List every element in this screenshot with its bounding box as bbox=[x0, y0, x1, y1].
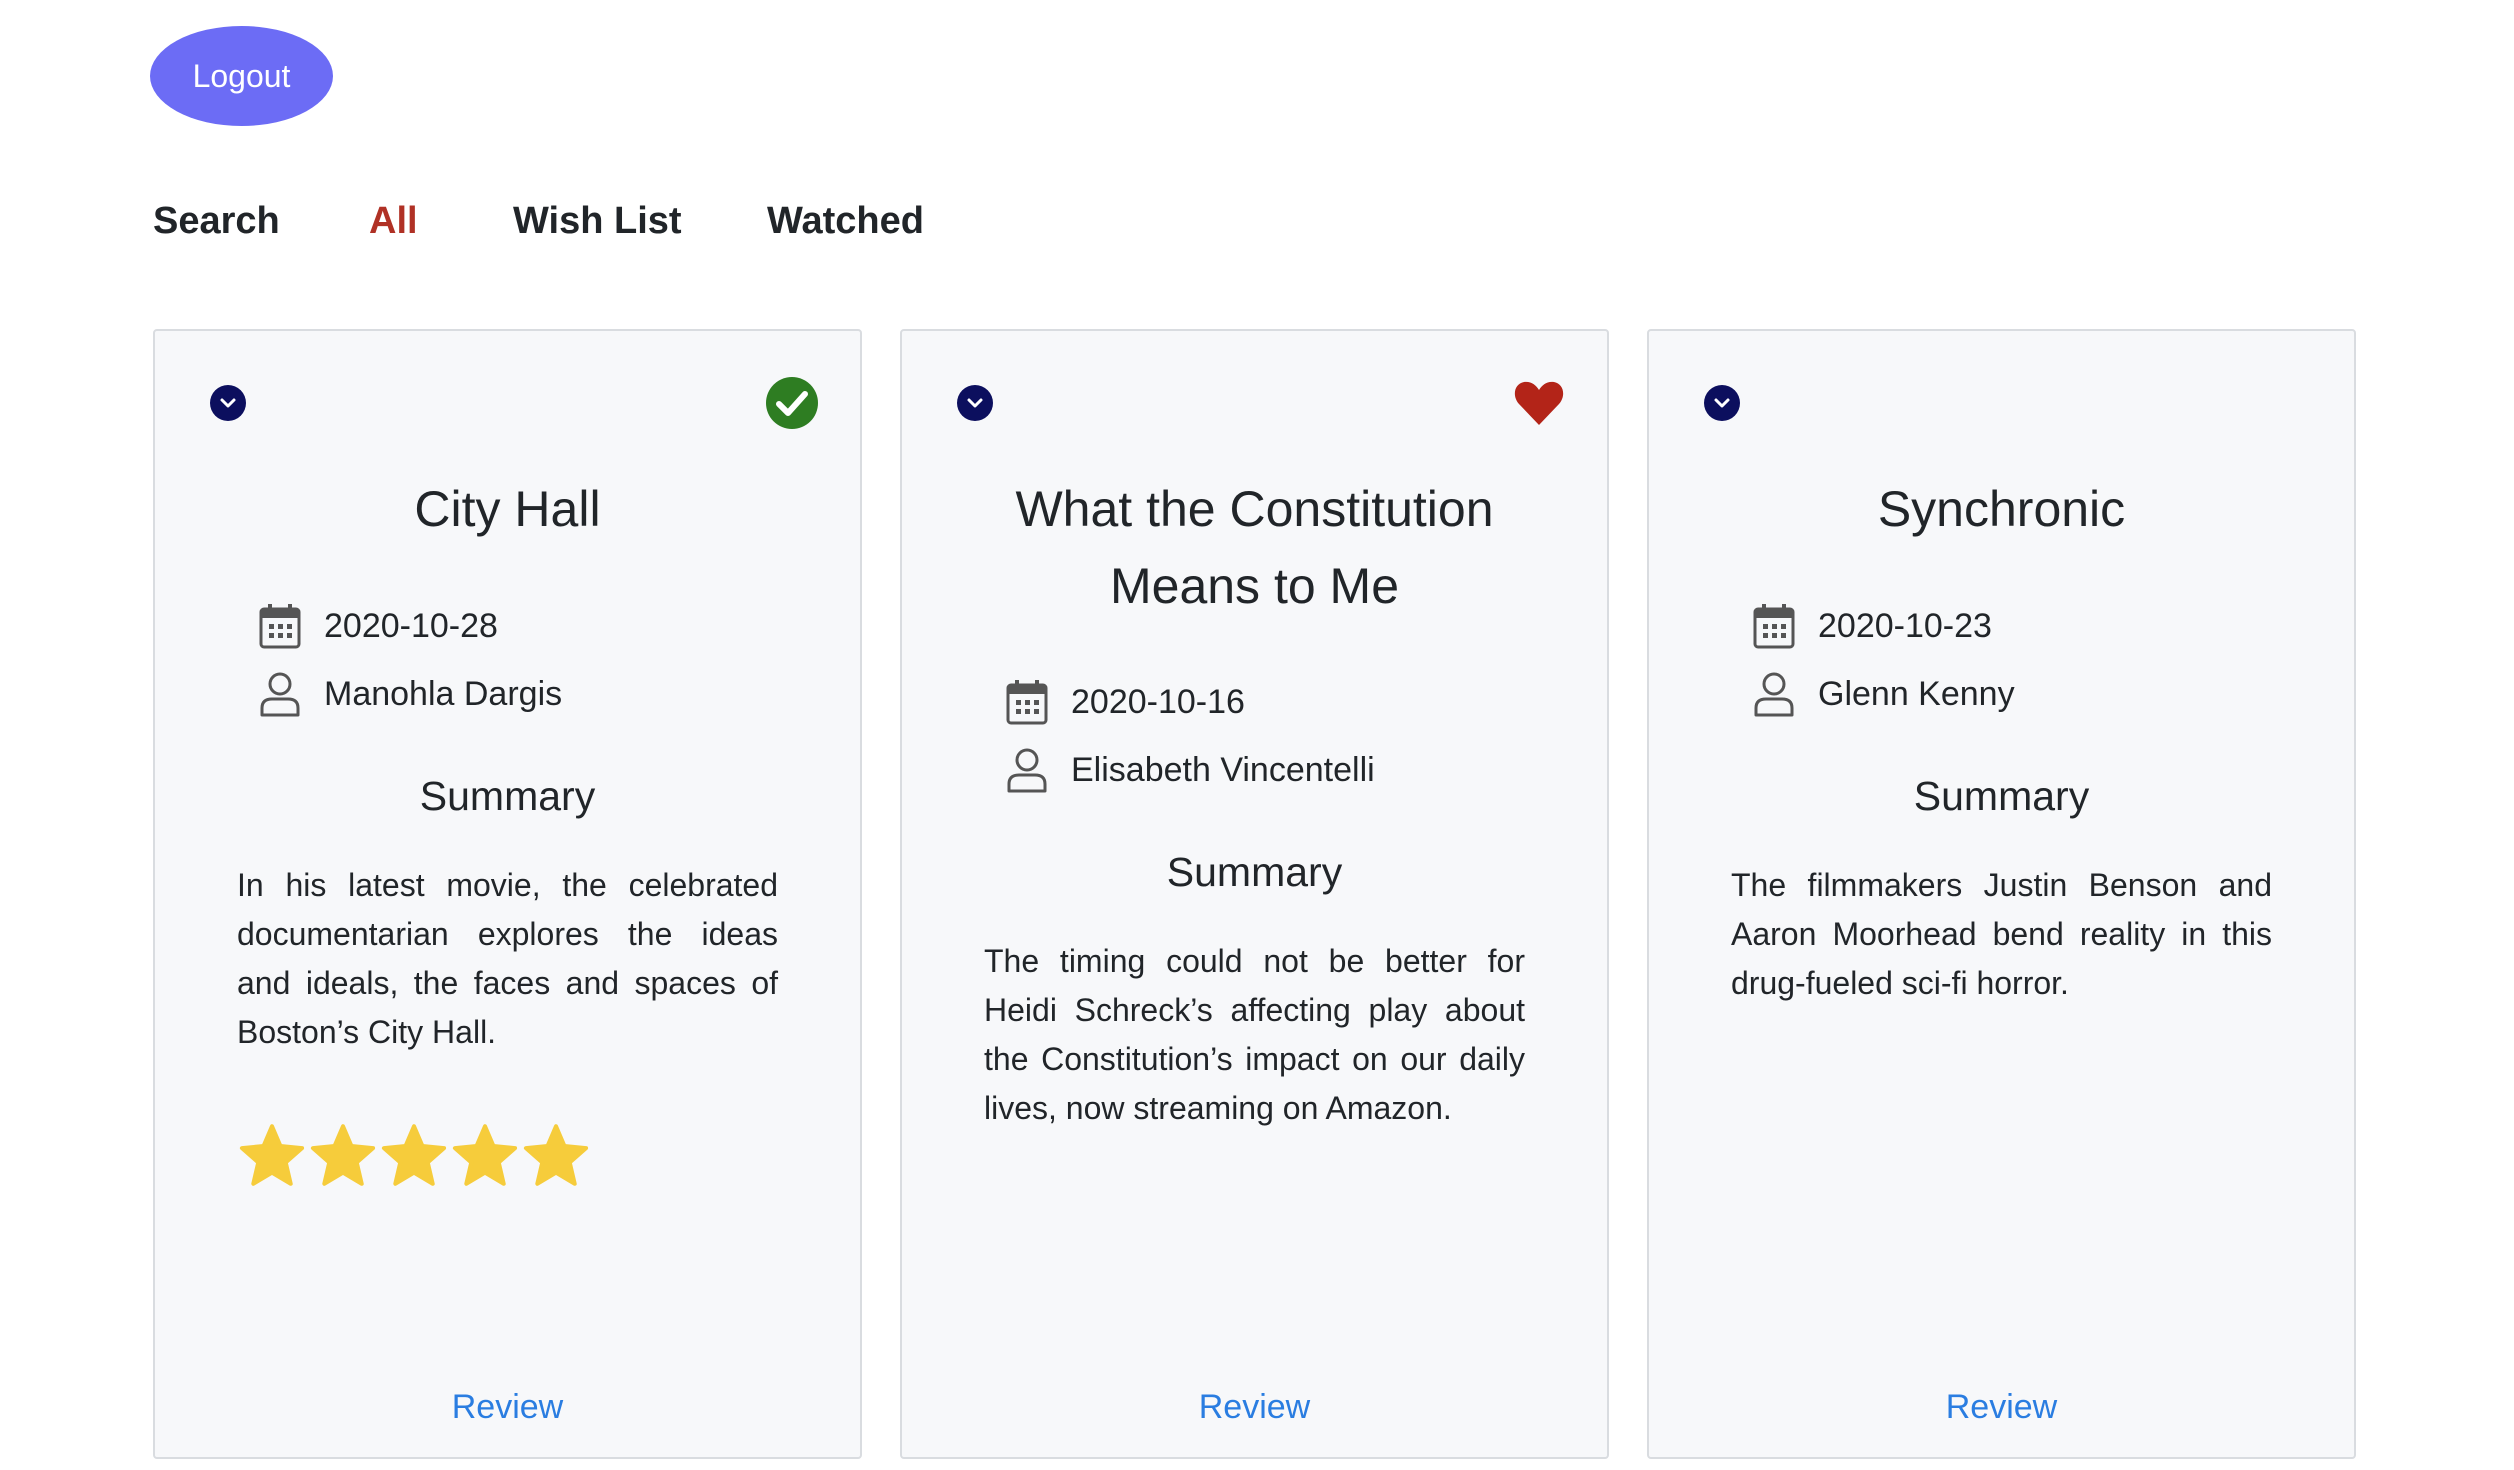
movie-title-line: Synchronic bbox=[1877, 481, 2126, 537]
movie-title: What the Constitution Means to Me bbox=[962, 471, 1547, 625]
summary-text: In his latest movie, the celebrated docu… bbox=[237, 867, 778, 1050]
movie-title-line: City Hall bbox=[414, 481, 601, 537]
expand-button[interactable] bbox=[1704, 385, 1740, 421]
movie-meta: 2020-10-16 Elisabeth Vincentelli bbox=[1005, 672, 1567, 808]
movie-meta: 2020-10-23 Glenn Kenny bbox=[1752, 596, 2314, 732]
movie-meta: 2020-10-28 Manohla Dargis bbox=[258, 596, 820, 732]
release-date: 2020-10-23 bbox=[1818, 606, 1992, 645]
review-link[interactable]: Review bbox=[902, 1388, 1607, 1427]
release-date: 2020-10-16 bbox=[1071, 682, 1245, 721]
star-rating[interactable] bbox=[237, 1121, 592, 1191]
release-date: 2020-10-28 bbox=[324, 606, 498, 645]
movie-title: City Hall bbox=[215, 471, 800, 548]
logout-button[interactable]: Logout bbox=[150, 26, 333, 126]
chevron-down-icon bbox=[1714, 398, 1730, 408]
star-icon[interactable] bbox=[237, 1121, 307, 1191]
tab-all[interactable]: All bbox=[369, 200, 418, 243]
movie-title-line: Means to Me bbox=[1109, 558, 1399, 614]
calendar-icon bbox=[1753, 604, 1795, 649]
tab-wish-list[interactable]: Wish List bbox=[513, 200, 682, 243]
tab-search[interactable]: Search bbox=[153, 200, 280, 243]
movie-card: City Hall 2020-10-28 Manohla Dargis Summ… bbox=[153, 329, 862, 1459]
expand-button[interactable] bbox=[210, 385, 246, 421]
chevron-down-icon bbox=[967, 398, 983, 408]
release-date-row: 2020-10-16 bbox=[1005, 672, 1567, 732]
star-icon[interactable] bbox=[308, 1121, 378, 1191]
calendar-icon bbox=[1006, 680, 1048, 725]
movie-title: Synchronic bbox=[1709, 471, 2294, 548]
star-icon[interactable] bbox=[521, 1121, 591, 1191]
review-link[interactable]: Review bbox=[1649, 1388, 2354, 1427]
calendar-icon bbox=[259, 604, 301, 649]
critic-name: Manohla Dargis bbox=[324, 674, 563, 713]
heart-icon[interactable] bbox=[1511, 375, 1567, 431]
user-icon bbox=[1754, 672, 1794, 717]
tab-watched[interactable]: Watched bbox=[767, 200, 924, 243]
expand-button[interactable] bbox=[957, 385, 993, 421]
critic-row: Elisabeth Vincentelli bbox=[1005, 740, 1567, 800]
review-link[interactable]: Review bbox=[155, 1388, 860, 1427]
page: Logout Search All Wish List Watched City… bbox=[0, 0, 2514, 1470]
summary-text: The filmmakers Justin Benson and Aaron M… bbox=[1731, 867, 2272, 1001]
star-icon[interactable] bbox=[450, 1121, 520, 1191]
summary-heading: Summary bbox=[1913, 773, 2090, 819]
movie-title-line: What the Constitution bbox=[1015, 481, 1494, 537]
summary-text: The timing could not be better for Heidi… bbox=[984, 943, 1525, 1126]
summary-heading: Summary bbox=[419, 773, 596, 819]
chevron-down-icon bbox=[220, 398, 236, 408]
star-icon[interactable] bbox=[379, 1121, 449, 1191]
movie-card: Synchronic 2020-10-23 Glenn Kenny Summar… bbox=[1647, 329, 2356, 1459]
critic-name: Elisabeth Vincentelli bbox=[1071, 750, 1375, 789]
critic-row: Manohla Dargis bbox=[258, 664, 820, 724]
check-circle-icon[interactable] bbox=[764, 375, 820, 431]
critic-row: Glenn Kenny bbox=[1752, 664, 2314, 724]
release-date-row: 2020-10-28 bbox=[258, 596, 820, 656]
user-icon bbox=[1007, 748, 1047, 793]
release-date-row: 2020-10-23 bbox=[1752, 596, 2314, 656]
summary-heading: Summary bbox=[1166, 849, 1343, 895]
movie-card: What the Constitution Means to Me 2020-1… bbox=[900, 329, 1609, 1459]
critic-name: Glenn Kenny bbox=[1818, 674, 2015, 713]
user-icon bbox=[260, 672, 300, 717]
